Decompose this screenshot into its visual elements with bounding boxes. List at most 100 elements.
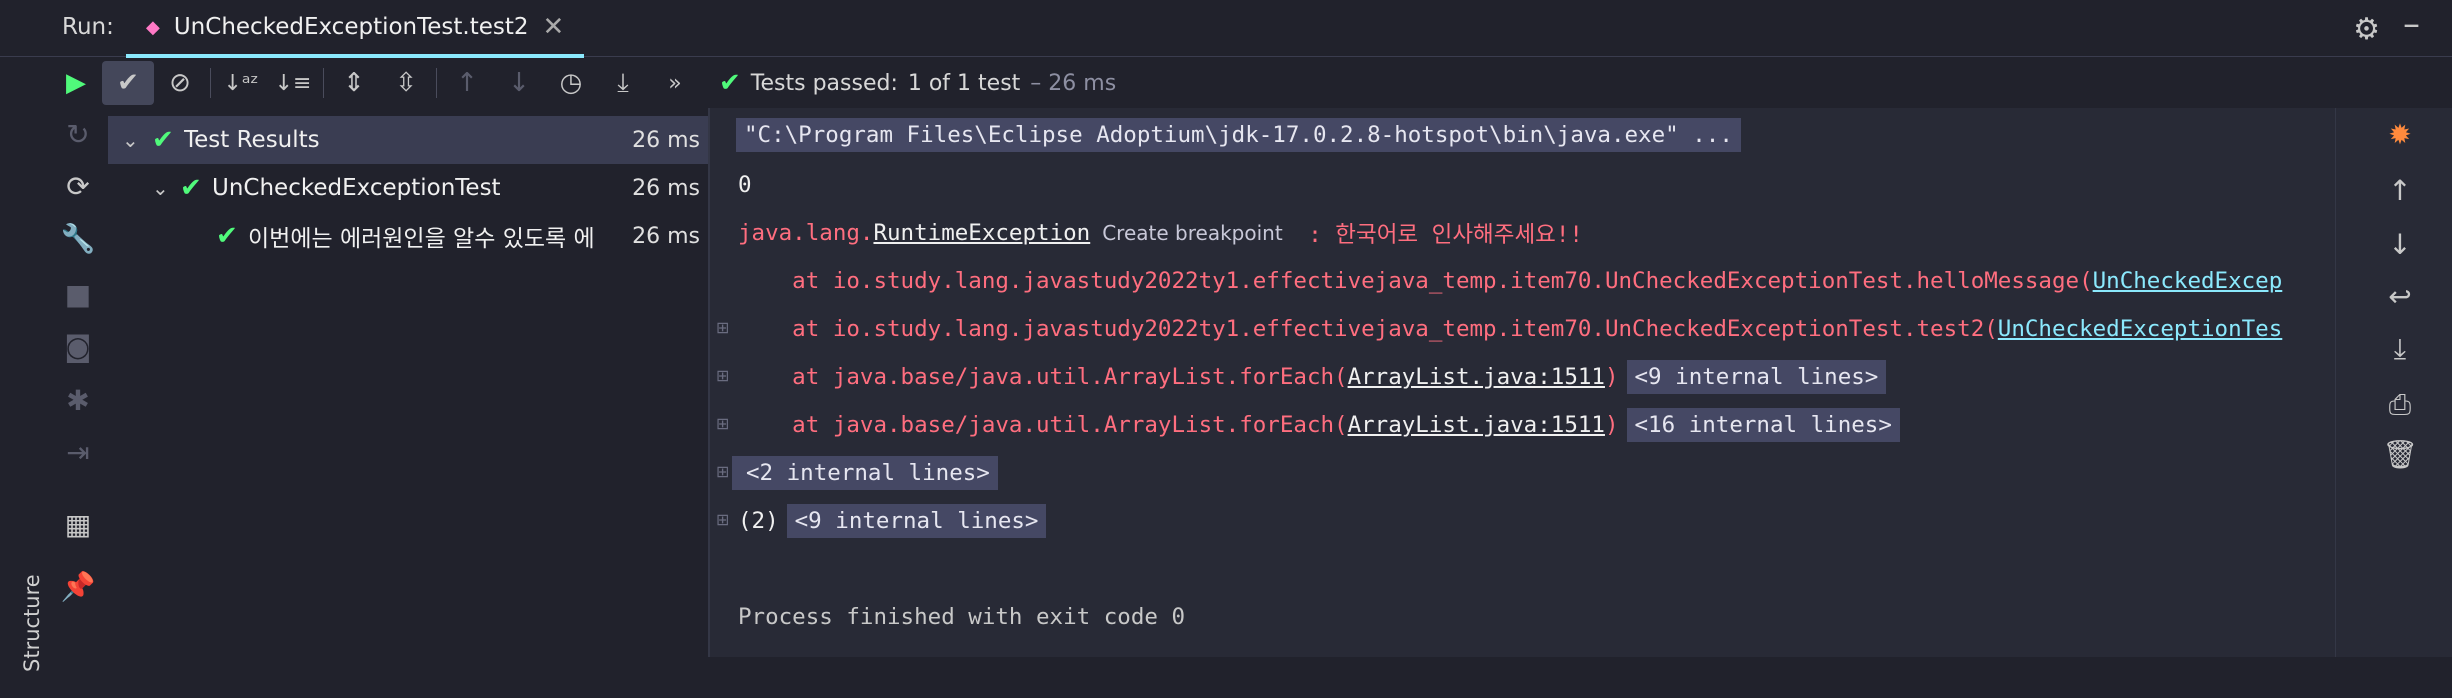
toolbar-divider (210, 68, 211, 98)
up-arrow-icon[interactable]: ↑ (2380, 174, 2420, 207)
collapse-all-icon[interactable]: ⇳ (380, 61, 432, 105)
tree-row-time: 26 ms (632, 127, 700, 153)
sort-alphabetically-icon[interactable]: ↓ᵃᶻ (215, 61, 267, 105)
passed-check-icon: ✔ (719, 68, 741, 98)
more-actions-icon[interactable]: » (649, 61, 701, 105)
fold-icon[interactable]: ⊞ (716, 462, 729, 481)
show-ignored-icon[interactable]: ⊘ (154, 61, 206, 105)
exception-message: : 한국어로 인사해주세요!! (1294, 222, 1583, 248)
test-history-icon[interactable]: ◷ (545, 61, 597, 105)
frame-source-link[interactable]: UnCheckedExceptionTes (1998, 316, 2282, 342)
console-line-output: 0 (738, 163, 752, 207)
pin-icon[interactable]: 📌 (58, 570, 98, 603)
stack-frame: at io.study.lang.javastudy2022ty1.effect… (738, 307, 2282, 351)
tab-title: UnCheckedExceptionTest.test2 (173, 14, 529, 40)
fold-icon[interactable]: ⊞ (716, 414, 729, 433)
internal-lines-fold[interactable]: <16 internal lines> (1626, 408, 1900, 442)
tree-row-time: 26 ms (632, 223, 700, 249)
fold-icon[interactable]: ⊞ (716, 366, 729, 385)
run-label: Run: (62, 14, 114, 40)
frame-text: at io.study.lang.javastudy2022ty1.effect… (738, 316, 1998, 342)
trash-icon[interactable]: 🗑 (2380, 438, 2420, 471)
test-status: ✔ Tests passed: 1 of 1 test – 26 ms (719, 68, 1116, 98)
rerun-icon[interactable]: ▶ (50, 61, 102, 105)
frame-source-link[interactable]: UnCheckedExcep (2093, 268, 2283, 294)
passed-check-icon: ✔ (216, 221, 238, 251)
structure-label: Structure (20, 574, 44, 672)
tree-row-suite[interactable]: ⌄ ✔ UnCheckedExceptionTest 26 ms (108, 164, 708, 212)
console-line-exception: java.lang. RuntimeException Create breakpo… (738, 211, 1583, 255)
run-tool-header: Run: ◆ UnCheckedExceptionTest.test2 ✕ ⚙ … (0, 0, 2452, 58)
stack-frame: at io.study.lang.javastudy2022ty1.effect… (738, 259, 2282, 303)
debug-icon[interactable]: ✱ (58, 384, 98, 417)
left-tool-strip: ↻ ⟳ 🔧 ■ ◙ ✱ ⇥ ▦ 📌 Structure (0, 108, 108, 672)
previous-failed-icon[interactable]: ↑ (441, 61, 493, 105)
sort-by-duration-icon[interactable]: ↓≡ (267, 61, 319, 105)
frame-source-link[interactable]: ArrayList.java:1511 (1348, 364, 1605, 390)
fold-icon[interactable]: ⊞ (716, 510, 729, 529)
exception-package: java.lang. (738, 220, 874, 246)
frame-text: at java.base/java.util.ArrayList.forEach… (738, 364, 1348, 390)
close-icon[interactable]: ✕ (543, 12, 565, 42)
tree-row-label: 이번에는 에러원인을 알수 있도록 에 (248, 226, 595, 252)
rerun-failed-icon[interactable]: ↻ (58, 118, 98, 151)
command-line[interactable]: "C:\Program Files\Eclipse Adoptium\jdk-1… (736, 118, 1741, 152)
frame-text: at java.base/java.util.ArrayList.forEach… (738, 412, 1348, 438)
import-tests-icon[interactable]: ⤓ (597, 61, 649, 105)
stop-icon[interactable]: ■ (58, 278, 98, 311)
status-count: 1 of 1 test (907, 70, 1021, 96)
next-failed-icon[interactable]: ↓ (493, 61, 545, 105)
chevron-down-icon[interactable]: ⌄ (152, 176, 174, 200)
toggle-auto-test-icon[interactable]: ⟳ (58, 170, 98, 203)
stack-frame: at java.base/java.util.ArrayList.forEach… (738, 355, 1887, 399)
down-arrow-icon[interactable]: ↓ (2380, 228, 2420, 261)
scroll-to-end-icon[interactable]: ⤓ (2380, 332, 2420, 366)
expand-all-icon[interactable]: ⇕ (328, 61, 380, 105)
tree-row-test-results[interactable]: ⌄ ✔ Test Results 26 ms (108, 116, 708, 164)
passed-check-icon: ✔ (152, 125, 174, 155)
fold-icon[interactable]: ⊞ (716, 318, 729, 337)
show-passed-icon[interactable]: ✔ (102, 61, 154, 105)
internal-lines-fold[interactable]: <9 internal lines> (786, 504, 1047, 538)
tree-row-time: 26 ms (632, 175, 700, 201)
frame-source-link[interactable]: ArrayList.java:1511 (1348, 412, 1605, 438)
camera-icon[interactable]: ◙ (58, 330, 98, 363)
console-output[interactable]: "C:\Program Files\Eclipse Adoptium\jdk-1… (710, 108, 2335, 657)
gear-icon[interactable]: ⚙ (2353, 12, 2380, 47)
stack-frame: at java.base/java.util.ArrayList.forEach… (738, 403, 1900, 447)
wrench-icon[interactable]: 🔧 (58, 222, 98, 255)
repeat-count: (2) (738, 508, 779, 534)
console-line-internal: (2) <9 internal lines> (738, 499, 1047, 543)
print-icon[interactable]: ⎙ (2380, 388, 2420, 422)
console-line-finished: Process finished with exit code 0 (738, 595, 1185, 639)
exit-icon[interactable]: ⇥ (58, 436, 98, 469)
passed-check-icon: ✔ (180, 173, 202, 203)
frame-paren: ) (1604, 412, 1619, 438)
tab-run-config[interactable]: ◆ UnCheckedExceptionTest.test2 ✕ (126, 0, 585, 58)
output-text: 0 (738, 172, 752, 198)
toolbar-divider (436, 68, 437, 98)
layout-icon[interactable]: ▦ (58, 508, 98, 541)
tree-row-label: Test Results (184, 127, 320, 153)
status-passed-label: Tests passed: (750, 70, 898, 96)
frame-text: at io.study.lang.javastudy2022ty1.effect… (738, 268, 2093, 294)
chevron-down-icon[interactable]: ⌄ (122, 128, 144, 152)
minimize-icon[interactable]: – (2403, 4, 2420, 44)
run-config-icon: ◆ (146, 16, 160, 38)
create-breakpoint-link[interactable]: Create breakpoint (1102, 221, 1282, 245)
test-tree: ⌄ ✔ Test Results 26 ms ⌄ ✔ UnCheckedExce… (108, 108, 708, 657)
exception-class-link[interactable]: RuntimeException (873, 220, 1090, 246)
internal-lines-fold[interactable]: <9 internal lines> (1626, 360, 1887, 394)
process-finished-text: Process finished with exit code 0 (738, 604, 1186, 630)
frame-paren: ) (1604, 364, 1619, 390)
tree-row-test[interactable]: ✔ 이번에는 에러원인을 알수 있도록 에 26 ms (108, 212, 708, 260)
soft-wrap-icon[interactable]: ↩ (2380, 280, 2420, 313)
toolbar-divider (323, 68, 324, 98)
ai-assistant-icon[interactable]: ✹ (2380, 118, 2420, 151)
run-toolbar: ▶ ✔ ⊘ ↓ᵃᶻ ↓≡ ⇕ ⇳ ↑ ↓ ◷ ⤓ » ✔ Tests passe… (50, 58, 1116, 108)
console-line-internal: <2 internal lines> (732, 451, 998, 495)
internal-lines-fold[interactable]: <2 internal lines> (732, 456, 998, 490)
right-tool-strip: ✹ ↑ ↓ ↩ ⤓ ⎙ 🗑 (2335, 108, 2452, 657)
console-line-command: "C:\Program Files\Eclipse Adoptium\jdk-1… (736, 113, 1741, 157)
structure-tool-tab[interactable]: Structure (2, 574, 62, 698)
